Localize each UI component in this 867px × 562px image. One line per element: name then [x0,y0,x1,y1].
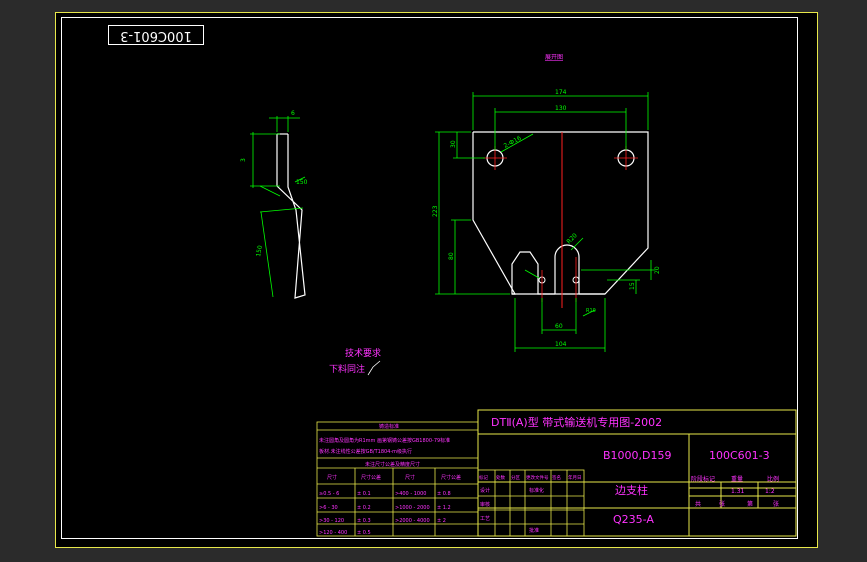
tol-cell: ≥0.5 - 6 [319,491,339,497]
dim-top-offset: 30 [450,140,457,148]
side-dim-mid: 150 [296,179,308,186]
sign-row: 设计 [480,487,490,494]
side-dim-upper: 3 [240,158,247,162]
tol-cell: ± 0.5 [357,530,371,536]
view-title: 展开图 [545,54,563,61]
front-view: 展开图 174 130 30 2-Ф16 223 80 20 15 60 104… [432,54,661,352]
tol-cell: >6 - 30 [319,505,338,511]
tol-cell: >120 - 400 [319,530,347,536]
tol-cell: ± 0.8 [437,491,451,497]
dim-slot-small: 15 [629,282,636,290]
tol-col3: 尺寸 [405,474,415,481]
tol-cell: ± 0.1 [357,491,371,497]
rev-header: 铸造标准 [379,423,399,430]
tol-cell: ± 0.3 [357,518,371,524]
approve-label: 批准 [529,527,539,534]
material: Q235-A [613,513,654,526]
scale-value: 1:2 [765,488,775,495]
dim-slot-right: 20 [654,266,661,274]
drawing-series-title: DTⅡ(A)型 带式输送机专用图-2002 [491,415,662,429]
drawing-canvas: 6 3 150 150 展开图 174 130 30 2-Ф16 223 80 … [240,54,797,537]
weight-value: 1.31 [731,488,745,495]
tol-cell: >1000 - 2000 [395,505,430,511]
tol-cell: >2000 - 4000 [395,518,430,524]
part-name: 边支柱 [615,483,648,497]
drawing-number: 100C601-3 [709,449,770,462]
tol-cell: ± 2 [437,518,446,524]
scale-label: 比例 [767,475,779,483]
stage-label: 阶段标记 [691,475,715,483]
sign-col: 年月日 [568,474,582,481]
dim-lower-height: 80 [448,252,455,260]
sheet-label2: 张 [773,500,779,508]
sign-row: 工艺 [480,516,490,522]
tol-title: 未注尺寸公差及精度尺寸 [365,461,420,468]
dim-hole-diameter: 2-Ф16 [503,135,523,150]
sign-col: 处数 [496,474,505,481]
rev-line2: 板材.未注线性公差按GB/T1804-m级执行 [319,448,412,455]
side-dim-lower: 150 [255,245,264,258]
weight-label: 重量 [731,475,743,483]
sign-col: 标记 [479,474,488,481]
tol-col1: 尺寸 [327,474,337,481]
side-dim-top: 6 [291,110,295,117]
tol-cell: >400 - 1000 [395,491,426,497]
sign-col: 签名 [552,474,561,481]
dim-chamfer: R10 [586,308,596,314]
dim-total-width: 174 [555,89,567,96]
cad-drawing-sheet: 100C601-3 6 3 150 150 展开图 174 130 30 2-Ф… [55,12,818,548]
side-view: 6 3 150 150 [240,110,308,299]
dim-hole-spacing: 130 [555,105,567,112]
rev-line1: 未注圆角及圆角为R1mm 画第钢铸公差按GB1800-79标准 [319,437,450,444]
sign-col: 分区 [511,474,520,481]
dim-total-height: 223 [432,205,439,217]
notes-item: 下料同注 [329,363,365,375]
notes-heading: 技术要求 [345,347,381,359]
technical-notes: 技术要求 下料同注 [329,347,381,376]
std-label: 标准化 [529,487,544,494]
sign-row: 审核 [480,501,490,508]
dim-slot-radius: R20 [565,232,578,245]
sign-columns: 标记 处数 分区 更改文件号 签名 年月日 [479,474,582,481]
sheet-label: 张 [719,500,725,508]
sheet-total: 共 [695,500,701,508]
dim-bottom-width: 60 [555,323,563,330]
tol-cell: >30 - 120 [319,518,344,524]
tol-col2: 尺寸公差 [361,474,381,481]
dim-base-width: 104 [555,341,567,348]
tol-cell: ± 1.2 [437,505,451,511]
spec-label: B1000,D159 [603,449,672,462]
sign-rows: 设计审核工艺 [480,487,490,522]
sign-col: 更改文件号 [526,474,549,481]
sheet-no: 第 [747,500,753,508]
tol-col4: 尺寸公差 [441,474,461,481]
tol-cell: ± 0.2 [357,505,371,511]
